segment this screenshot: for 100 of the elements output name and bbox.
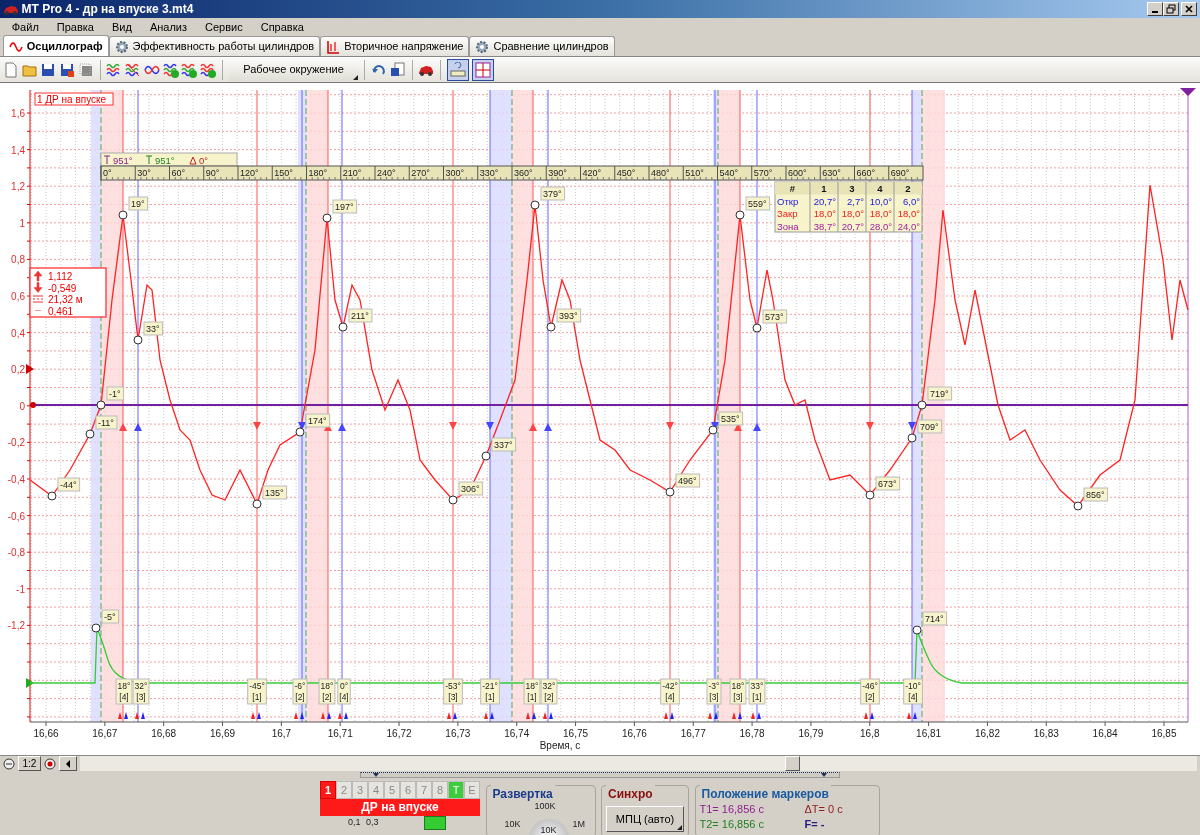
ruler-icon <box>449 61 466 78</box>
axis-label: 16,8 <box>860 728 880 739</box>
cursor-toggle-button[interactable] <box>471 58 494 81</box>
scroll-left-button[interactable] <box>58 756 77 771</box>
restore-icon <box>1165 4 1176 14</box>
event-label: -46° [2] <box>860 678 880 705</box>
minimize-button[interactable] <box>1146 2 1163 16</box>
table-header: # <box>789 183 796 194</box>
point-marker <box>546 322 556 332</box>
event-label: 18° [2] <box>318 678 336 705</box>
channel-tab[interactable]: 1 <box>320 781 336 799</box>
point-marker <box>133 335 143 345</box>
ruler-value: 951° <box>113 155 133 166</box>
dial-label: 100K <box>534 801 556 811</box>
menu-item[interactable]: Правка <box>47 18 103 36</box>
menu-item[interactable]: Вид <box>102 18 141 36</box>
axis-label: 16,74 <box>504 728 530 739</box>
tab[interactable]: Осциллограф <box>2 35 109 56</box>
menu-item[interactable]: Файл <box>2 18 48 36</box>
angle-label: 337° <box>491 437 517 452</box>
menu-item[interactable]: Сервис <box>196 18 252 36</box>
ruler-value: 0° <box>199 155 209 166</box>
zoom-ratio-button[interactable]: 1:2 <box>17 756 42 771</box>
row-label: Откр <box>777 195 799 207</box>
angle-label: 496° <box>675 473 701 488</box>
ruler-tick-label: 690° <box>890 168 910 178</box>
scrollbar-thumb[interactable] <box>784 756 800 771</box>
event-marker-icon <box>118 712 128 719</box>
crossed-waveforms-icon[interactable] <box>125 61 141 78</box>
minimize-icon <box>1151 11 1158 13</box>
event-marker-icon <box>251 712 261 719</box>
event-label: -3° [3] <box>706 678 722 705</box>
axis-label: -0,6 <box>7 510 25 522</box>
ruler-toggle-button[interactable] <box>446 58 469 81</box>
tab[interactable]: Эффективность работы цилиндров <box>108 36 321 56</box>
point-marker <box>1073 501 1083 511</box>
spark-chart-icon <box>326 39 341 54</box>
angle-label: 19° <box>128 196 149 211</box>
sync-mode-button[interactable]: МПЦ (авто) <box>606 805 684 832</box>
marker-triangle-icon <box>908 422 916 430</box>
down-triangle-icon <box>373 773 379 777</box>
gear-icon <box>114 39 129 54</box>
tab[interactable]: Сравнение цилиндров <box>469 36 615 56</box>
axis-label: 16,81 <box>916 728 942 739</box>
table-cell: 10,0° <box>869 195 892 207</box>
document-save-icon[interactable] <box>389 61 406 78</box>
waveforms-icon[interactable] <box>106 61 123 78</box>
axis-label: 16,71 <box>327 728 353 739</box>
ruler-tick-label: 120° <box>240 168 259 178</box>
point-marker <box>865 490 875 500</box>
splitter-bar[interactable] <box>360 772 840 778</box>
point-marker <box>91 623 101 633</box>
waveforms-info-icon[interactable] <box>181 61 198 78</box>
axis-label: 16,76 <box>621 728 647 739</box>
scale-label: 0,1 <box>348 816 361 829</box>
angle-label: 573° <box>762 309 788 324</box>
stat-value: 0,461 <box>48 305 74 317</box>
ruler-tick-label: 510° <box>685 168 704 178</box>
point-marker <box>708 425 718 435</box>
menu-item[interactable]: Справка <box>251 18 313 36</box>
angle-label: 719° <box>927 386 953 401</box>
group-title: Развертка <box>490 785 555 803</box>
offset-marker-icon <box>26 364 34 374</box>
waveforms-plus-icon[interactable] <box>200 61 216 78</box>
table-header: 1 <box>821 183 827 194</box>
point-marker <box>481 451 491 461</box>
event-marker-icon <box>338 712 348 719</box>
axis-label: 0 <box>19 400 25 412</box>
waveforms-check-icon[interactable] <box>162 61 179 78</box>
ruler-tick-label: 60° <box>171 168 186 178</box>
record-icon[interactable] <box>44 757 57 770</box>
event-label: -21° [1] <box>480 678 500 705</box>
close-button[interactable] <box>1181 2 1198 16</box>
sweep-knob[interactable]: 10K <box>528 819 569 835</box>
angle-label: 197° <box>332 199 358 214</box>
ruler-tick-label: 300° <box>445 168 465 178</box>
zero-marker-icon <box>30 402 36 408</box>
power-button[interactable] <box>424 816 447 830</box>
point-marker <box>917 400 927 410</box>
ruler-tick-label: 390° <box>548 168 567 178</box>
zoom-out-icon[interactable] <box>2 757 15 770</box>
disk-stack-icon[interactable] <box>77 61 94 78</box>
angle-label: 211° <box>348 308 373 323</box>
ruler-tick-label: 180° <box>308 168 328 178</box>
wave-icon <box>8 39 23 53</box>
ruler-tick-label: 420° <box>582 168 602 178</box>
t-marker-icon <box>145 155 153 165</box>
marker-flag-icon[interactable] <box>1180 88 1196 96</box>
point-marker <box>118 210 128 220</box>
axis-label: 1,6 <box>11 108 25 119</box>
menu-item[interactable]: Анализ <box>140 18 196 36</box>
marker-triangle-icon <box>253 422 261 430</box>
angle-label: 306° <box>458 481 484 496</box>
event-label: 32° [3] <box>132 678 150 705</box>
dial-label: 10K <box>504 819 521 829</box>
table-cell: 20,7° <box>813 195 836 207</box>
ruler-tick-label: 570° <box>753 168 773 178</box>
stat-value: 1,112 <box>48 271 73 282</box>
tab[interactable]: Вторичное напряжение <box>320 36 470 56</box>
dial-label: 1M <box>572 819 585 829</box>
